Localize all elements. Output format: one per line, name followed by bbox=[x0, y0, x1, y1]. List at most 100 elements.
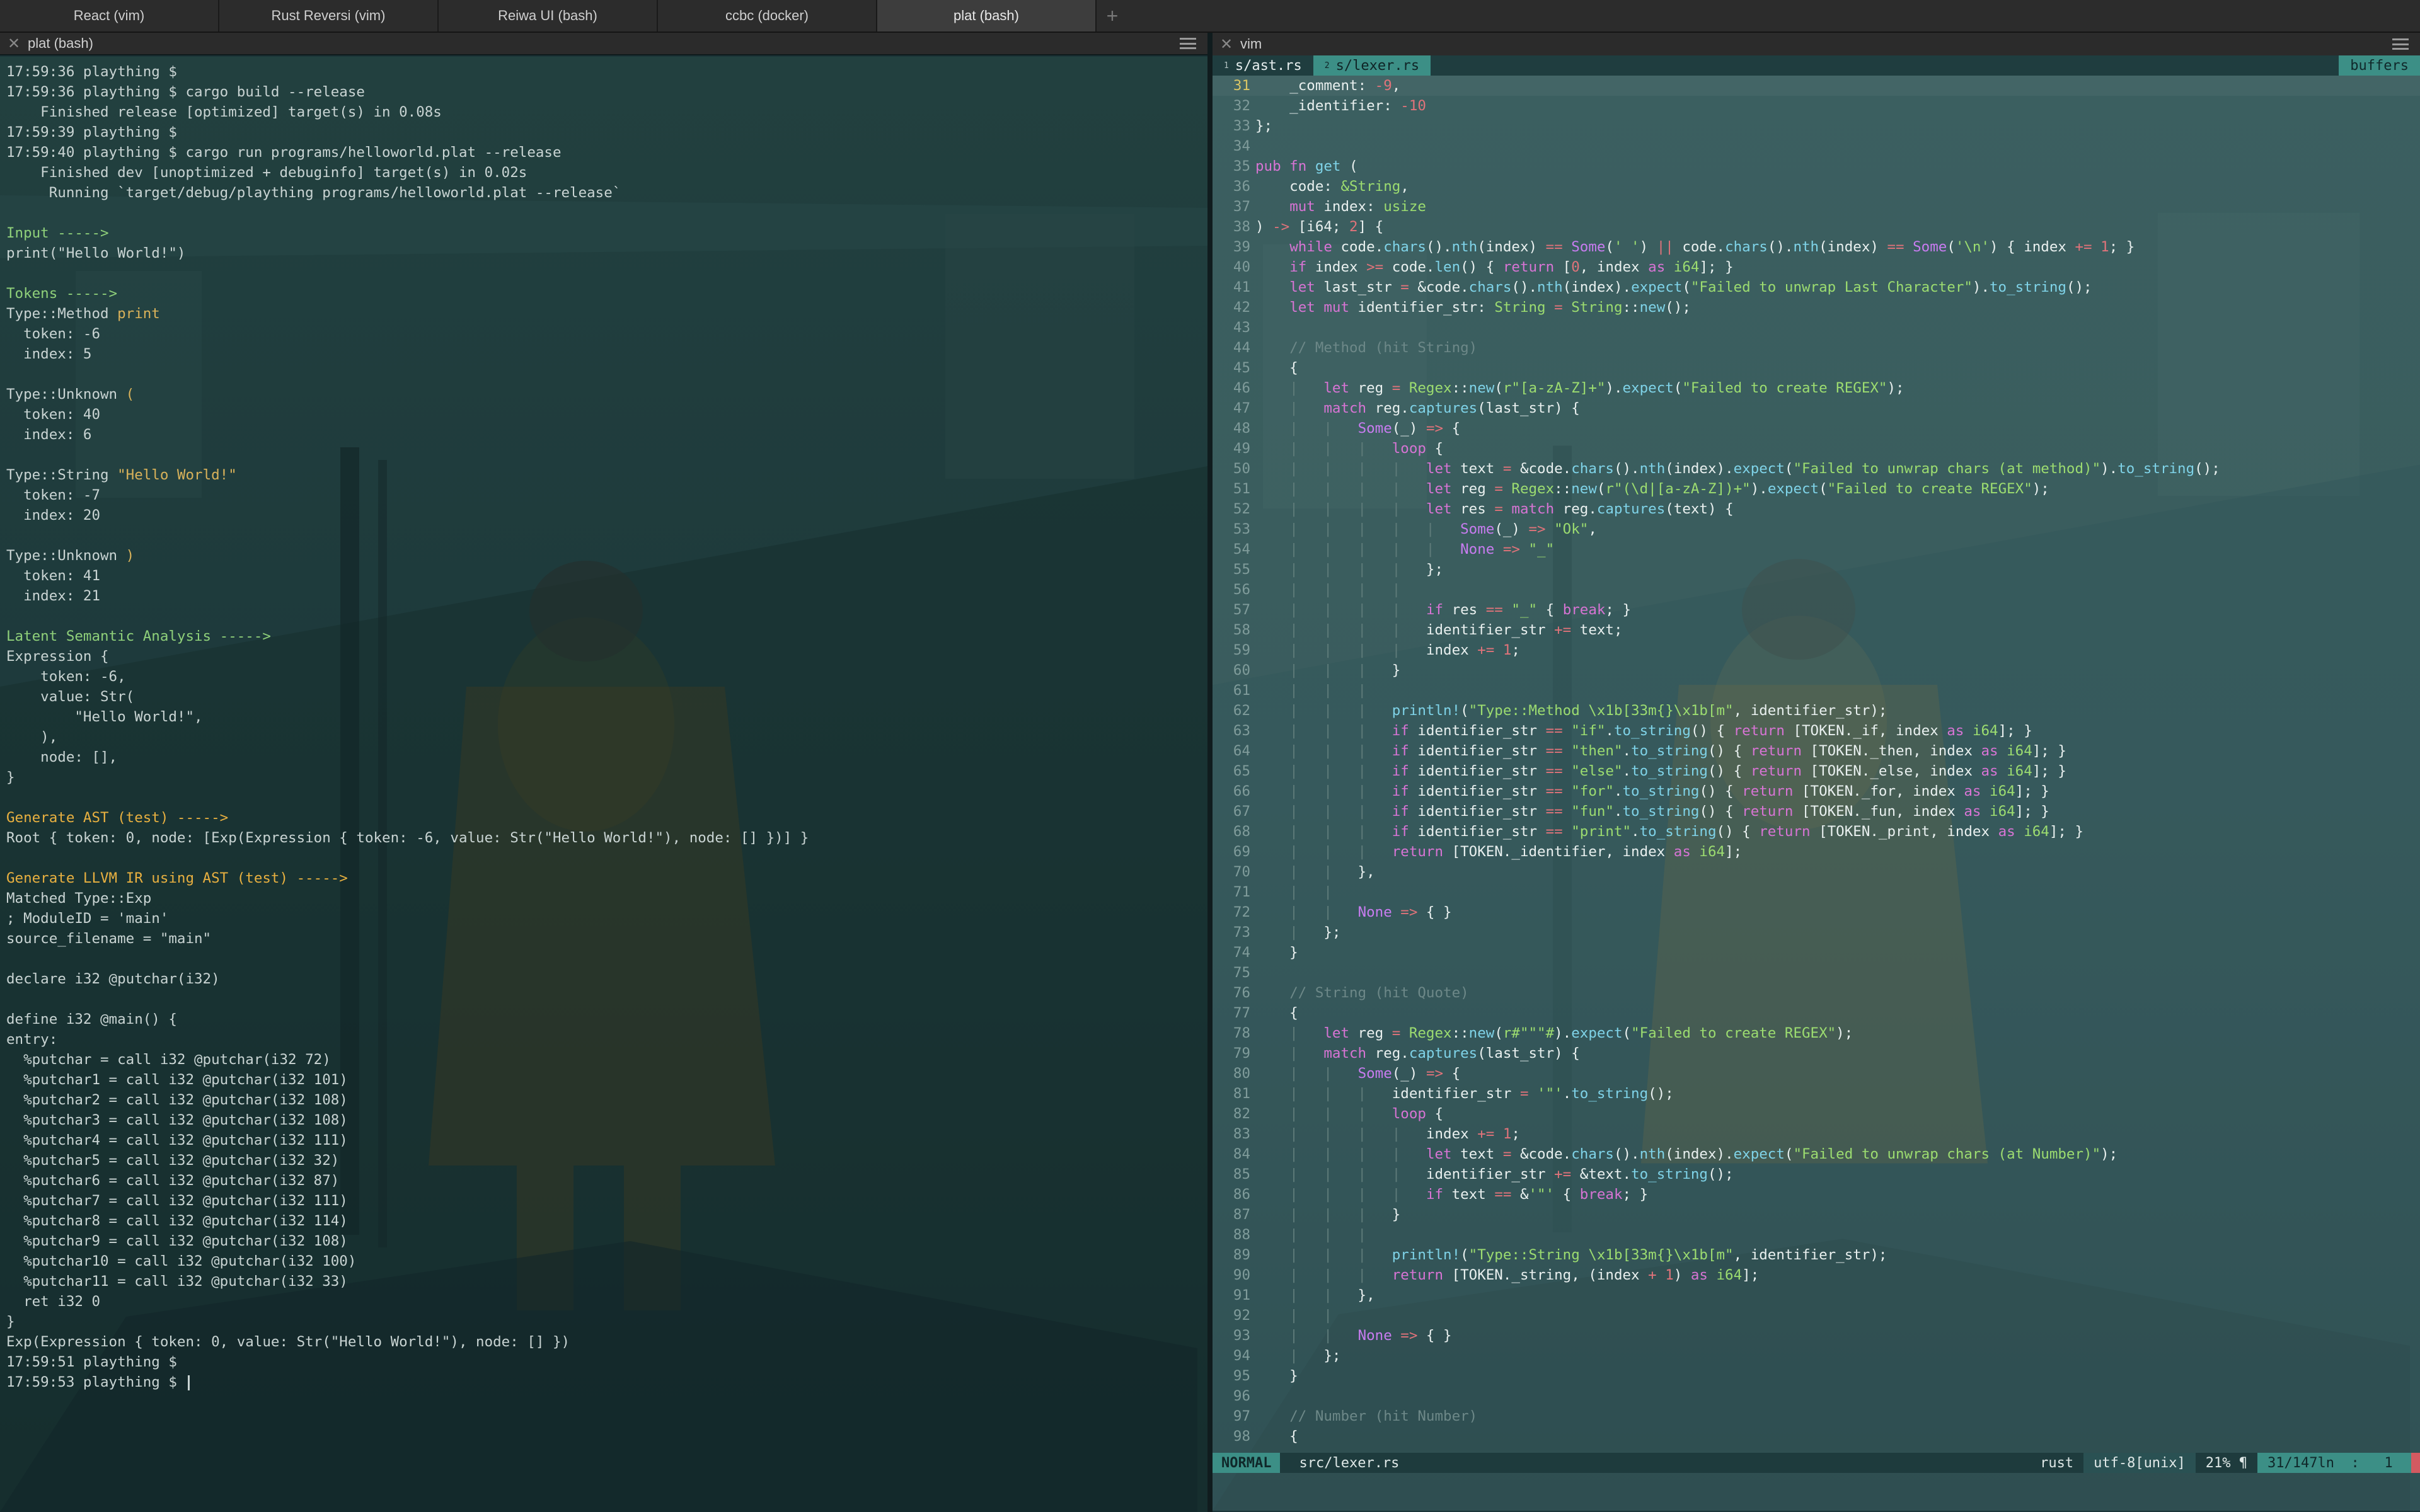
code-token: ). bbox=[1750, 481, 1768, 497]
code-token: as bbox=[1673, 844, 1691, 860]
code-token: } bbox=[1255, 1368, 1298, 1384]
terminal-text: declare i32 @putchar(i32) bbox=[6, 971, 220, 987]
code-token: | | | | bbox=[1289, 1166, 1401, 1183]
line-number: 69 bbox=[1233, 844, 1250, 860]
code-token: // String (hit Quote) bbox=[1289, 985, 1469, 1001]
terminal-cursor bbox=[188, 1375, 190, 1390]
line-number: 38 bbox=[1233, 219, 1250, 235]
code-token: | | | | bbox=[1289, 461, 1401, 477]
line-number: 76 bbox=[1233, 985, 1250, 1001]
tab-react-vim[interactable]: React (vim) bbox=[0, 0, 219, 32]
code-token: ( bbox=[1340, 158, 1358, 175]
code-token: | | | | bbox=[1289, 1126, 1401, 1142]
code-token: ). bbox=[1605, 380, 1623, 396]
terminal-text: "Hello World!", bbox=[6, 709, 203, 725]
tab-reiwa-ui-bash[interactable]: Reiwa UI (bash) bbox=[439, 0, 658, 32]
code-token: text bbox=[1451, 1146, 1503, 1162]
vim-editor-buffer[interactable]: 31 _comment: -9, 32 _identifier: -10 33}; 3… bbox=[1213, 76, 2420, 1446]
terminal-text: 17:59:53 plaything $ bbox=[6, 1374, 186, 1390]
code-line: 90 | | | return [TOKEN._string, (index +… bbox=[1213, 1265, 2420, 1285]
terminal-output[interactable]: 17:59:36 plaything $ 17:59:36 plaything … bbox=[6, 62, 1204, 1392]
code-token: '\n' bbox=[1955, 239, 1990, 255]
vim-buffer-tab-lexer[interactable]: 2 s/lexer.rs bbox=[1313, 55, 1431, 76]
terminal-text: %putchar3 = call i32 @putchar(i32 108) bbox=[6, 1112, 348, 1128]
code-token: | | | bbox=[1289, 662, 1367, 679]
code-text: if index >= code.len() { return [0, inde… bbox=[1255, 257, 2420, 277]
code-token: to_string bbox=[1639, 823, 1717, 840]
code-token: . bbox=[1605, 723, 1614, 739]
code-line: 93 | | None => { } bbox=[1213, 1326, 2420, 1346]
terminal-text: token: -6 bbox=[6, 326, 101, 342]
pane-menu-icon[interactable] bbox=[2392, 38, 2409, 50]
code-token: || bbox=[1656, 239, 1674, 255]
code-token: ]; } bbox=[2049, 823, 2084, 840]
code-token: identifier_str bbox=[1409, 823, 1546, 840]
code-token: to_string bbox=[1631, 1166, 1708, 1183]
code-token: (). bbox=[1613, 1146, 1640, 1162]
code-token: i64 bbox=[2007, 743, 2032, 759]
code-line: 59 | | | | index += 1; bbox=[1213, 640, 2420, 660]
code-text: // Number (hit Number) bbox=[1255, 1406, 2420, 1426]
code-token: reg. bbox=[1366, 400, 1409, 416]
close-pane-icon[interactable]: ✕ bbox=[1213, 35, 1240, 54]
close-pane-icon[interactable]: ✕ bbox=[0, 35, 28, 53]
code-token: { bbox=[1255, 1428, 1298, 1445]
code-token: [TOKEN._for, index bbox=[1793, 783, 1964, 799]
tab-ccbc-docker[interactable]: ccbc (docker) bbox=[658, 0, 877, 32]
code-token: { bbox=[1443, 420, 1461, 437]
terminal-line: token: 40 bbox=[6, 404, 1204, 425]
terminal-text: %putchar11 = call i32 @putchar(i32 33) bbox=[6, 1273, 348, 1290]
code-token: ]; } bbox=[1699, 259, 1734, 275]
line-number: 34 bbox=[1233, 138, 1250, 154]
code-token: loop bbox=[1392, 440, 1426, 457]
code-token: ]; bbox=[1742, 1267, 1760, 1283]
code-text: | | | println!("Type::Method \x1b[33m{}\… bbox=[1255, 701, 2420, 721]
code-token: (index) bbox=[1819, 239, 1887, 255]
code-token: == bbox=[1545, 239, 1563, 255]
code-line: 74 } bbox=[1213, 942, 2420, 963]
code-token: 1 bbox=[1502, 1126, 1512, 1142]
code-token: . bbox=[1622, 763, 1632, 779]
code-token: | | | bbox=[1289, 844, 1367, 860]
terminal-text: %putchar = call i32 @putchar(i32 72) bbox=[6, 1051, 331, 1068]
code-token: = bbox=[1494, 501, 1503, 517]
code-text: | | | | let text = &code.chars().nth(ind… bbox=[1255, 459, 2420, 479]
code-token: | | | bbox=[1289, 783, 1367, 799]
tab-plat-bash[interactable]: plat (bash) bbox=[877, 0, 1097, 32]
line-number: 72 bbox=[1233, 904, 1250, 920]
code-token: | | bbox=[1289, 884, 1332, 900]
code-token: index bbox=[1400, 642, 1478, 658]
new-tab-button[interactable]: + bbox=[1097, 0, 1128, 32]
vim-buffer-tab-ast[interactable]: 1 s/ast.rs bbox=[1213, 55, 1313, 76]
code-token: == bbox=[1545, 803, 1563, 820]
pane-menu-icon[interactable] bbox=[1180, 38, 1196, 49]
code-text: | | | return [TOKEN._string, (index + 1)… bbox=[1255, 1265, 2420, 1285]
buffer-number: 1 bbox=[1224, 60, 1229, 71]
code-line: 67 | | | if identifier_str == "fun".to_s… bbox=[1213, 801, 2420, 822]
terminal-line: token: -7 bbox=[6, 485, 1204, 505]
code-line: 56 | | | | bbox=[1213, 580, 2420, 600]
terminal-text: entry: bbox=[6, 1031, 58, 1048]
code-token: None bbox=[1357, 904, 1392, 920]
pane-divider[interactable] bbox=[1207, 33, 1213, 1512]
tab-rust-reversi-vim[interactable]: Rust Reversi (vim) bbox=[219, 0, 439, 32]
code-token: identifier_str bbox=[1400, 1166, 1555, 1183]
code-token: last_str bbox=[1315, 279, 1401, 295]
code-token: Regex bbox=[1409, 1025, 1452, 1041]
code-token: text bbox=[1443, 1186, 1495, 1203]
terminal-text: %putchar1 = call i32 @putchar(i32 101) bbox=[6, 1072, 348, 1088]
code-token: :: bbox=[1554, 481, 1572, 497]
code-text: | | bbox=[1255, 882, 2420, 902]
